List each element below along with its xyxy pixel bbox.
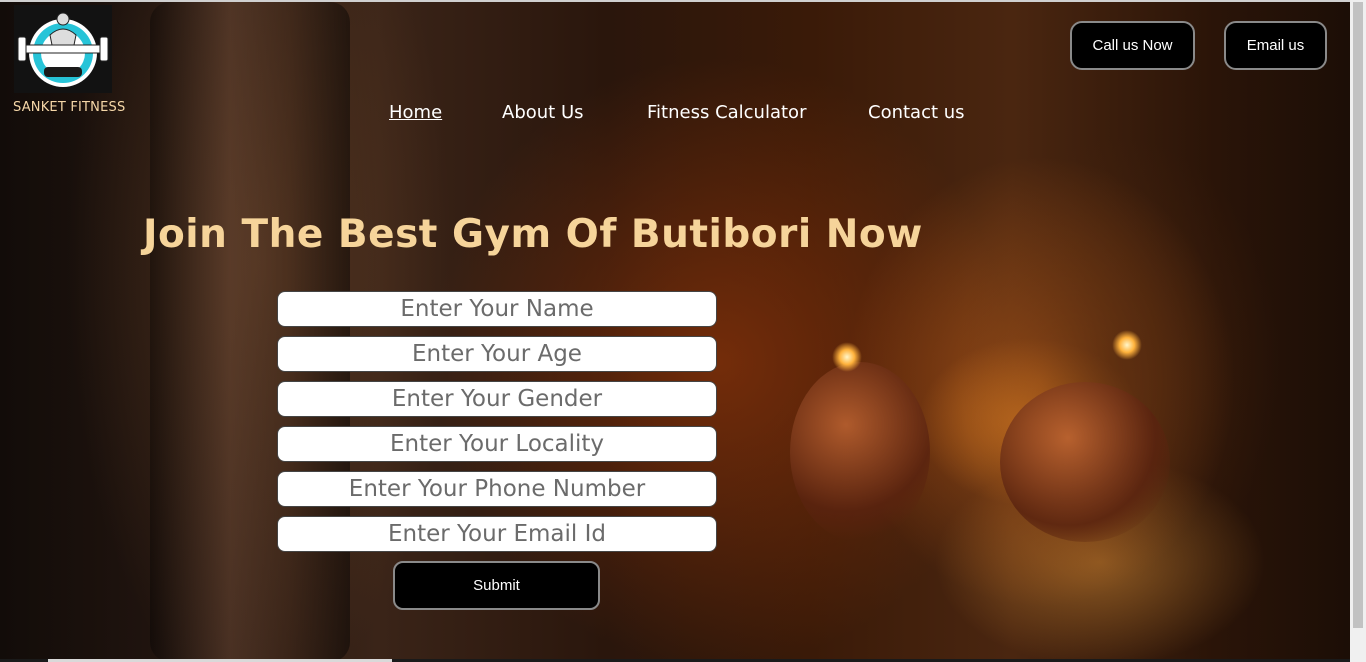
- submit-button[interactable]: Submit: [393, 561, 600, 610]
- boxer-figure-shape: [900, 62, 1330, 662]
- gym-logo-icon[interactable]: [14, 5, 112, 93]
- boxing-glove-right-shape: [1000, 382, 1170, 542]
- brand-name: SANKET FITNESS: [13, 100, 126, 115]
- boxing-glove-left-shape: [790, 362, 930, 542]
- name-input[interactable]: [277, 291, 717, 327]
- nav-home[interactable]: Home: [389, 102, 442, 123]
- email-us-button[interactable]: Email us: [1224, 21, 1327, 70]
- age-input[interactable]: [277, 336, 717, 372]
- nav-about-us[interactable]: About Us: [502, 102, 584, 123]
- vertical-scrollbar[interactable]: [1350, 0, 1366, 662]
- vertical-scrollbar-thumb[interactable]: [1353, 2, 1363, 628]
- nav-contact-us[interactable]: Contact us: [868, 102, 965, 123]
- nav-fitness-calculator[interactable]: Fitness Calculator: [647, 102, 806, 123]
- call-us-button[interactable]: Call us Now: [1070, 21, 1195, 70]
- page: SANKET FITNESS Call us Now Email us Home…: [0, 0, 1366, 662]
- page-title: Join The Best Gym Of Butibori Now: [143, 212, 923, 257]
- locality-input[interactable]: [277, 426, 717, 462]
- phone-input[interactable]: [277, 471, 717, 507]
- email-input[interactable]: [277, 516, 717, 552]
- gender-input[interactable]: [277, 381, 717, 417]
- punching-bag-shape: [150, 2, 350, 662]
- spark-icon: [1112, 330, 1142, 360]
- hero-background: [0, 2, 1350, 662]
- spark-icon: [832, 342, 862, 372]
